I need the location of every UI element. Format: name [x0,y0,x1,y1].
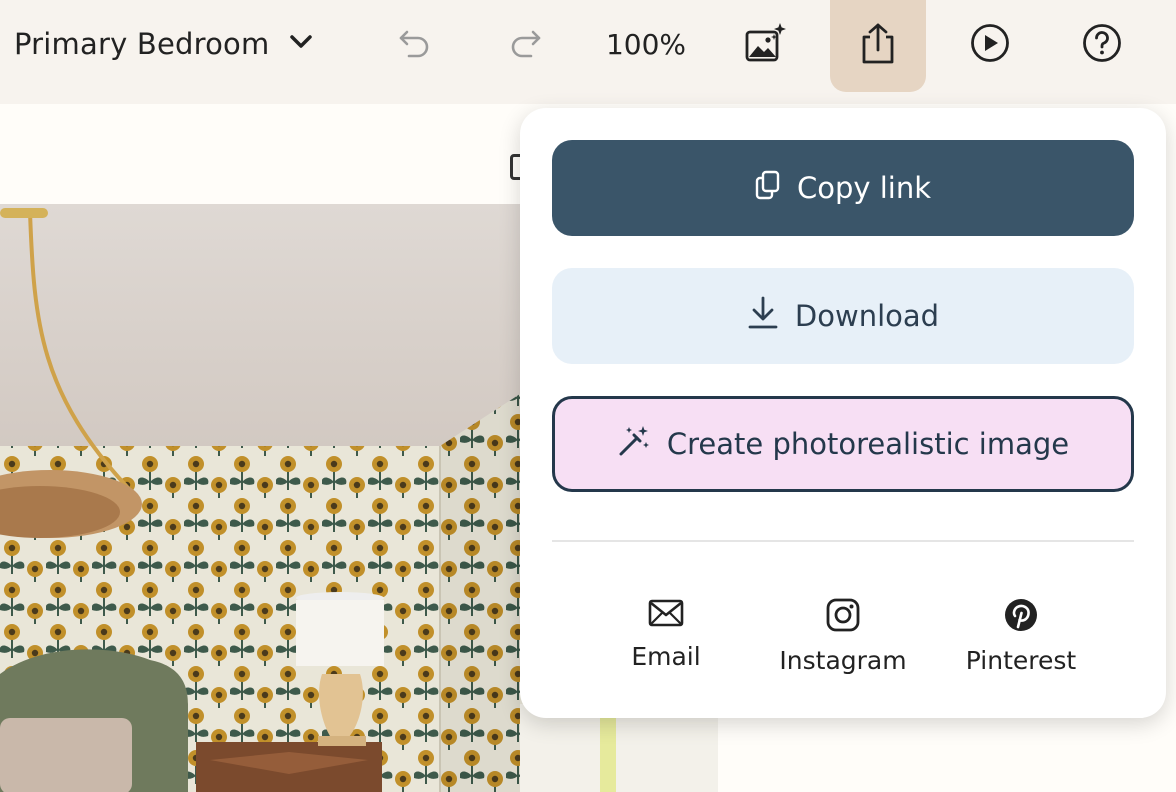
share-icon [859,22,897,70]
play-button[interactable] [966,22,1014,68]
zoom-value: 100% [605,27,687,61]
share-instagram-button[interactable]: Instagram [763,598,923,688]
undo-icon [397,26,431,62]
email-icon [648,598,684,632]
instagram-icon [826,598,860,636]
undo-button[interactable] [390,22,438,66]
top-toolbar: Primary Bedroom 100% [0,0,1176,104]
ai-image-button[interactable] [740,22,792,68]
share-menu: Copy link Download Create photorealistic… [520,108,1166,718]
room-selector[interactable]: Primary Bedroom [14,22,313,66]
chevron-down-icon [289,34,313,54]
share-email-button[interactable]: Email [586,598,746,688]
play-icon [969,22,1011,68]
instagram-label: Instagram [779,646,907,675]
copy-icon [755,170,781,207]
download-button[interactable]: Download [552,268,1134,364]
pinterest-label: Pinterest [965,646,1077,675]
room-name: Primary Bedroom [14,27,270,61]
share-pinterest-button[interactable]: Pinterest [941,598,1101,688]
pinterest-icon [1004,598,1038,636]
image-sparkle-icon [743,21,789,69]
copy-link-label: Copy link [796,171,932,205]
create-photorealistic-image-button[interactable]: Create photorealistic image [552,396,1134,492]
magic-wand-icon [617,424,651,465]
redo-icon [509,26,543,62]
help-icon [1081,22,1123,68]
share-button[interactable] [830,0,926,92]
redo-button[interactable] [502,22,550,66]
help-button[interactable] [1078,22,1126,68]
email-label: Email [631,642,701,671]
zoom-level[interactable]: 100% [596,22,696,66]
download-icon [747,296,779,337]
copy-link-button[interactable]: Copy link [552,140,1134,236]
download-label: Download [794,299,940,333]
menu-divider [552,540,1134,542]
create-photorealistic-image-label: Create photorealistic image [666,427,1070,461]
